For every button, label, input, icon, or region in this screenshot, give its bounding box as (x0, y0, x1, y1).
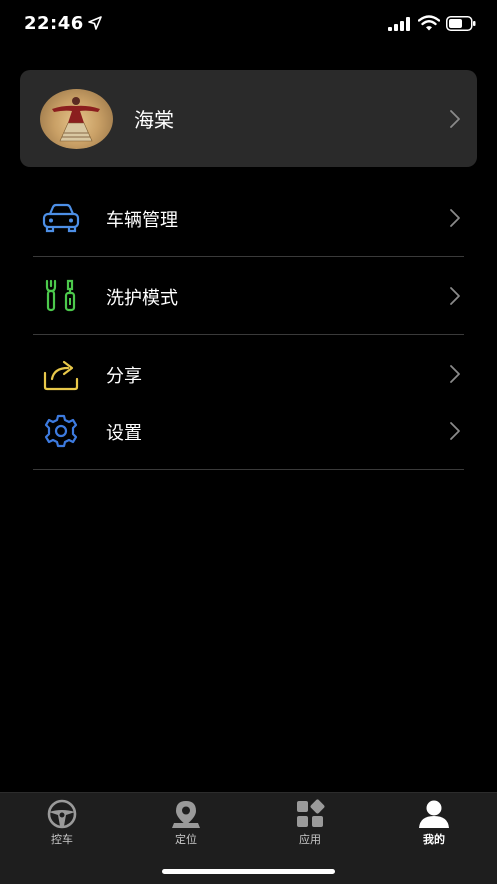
menu-item-settings[interactable]: 设置 (34, 401, 464, 461)
profile-card[interactable]: 海棠 (20, 70, 477, 167)
steering-wheel-icon (47, 799, 77, 829)
car-icon (42, 203, 80, 233)
divider (33, 334, 464, 335)
location-arrow-icon (88, 16, 102, 30)
menu-item-label: 分享 (106, 366, 142, 387)
person-icon (419, 800, 449, 828)
tab-label: 定位 (175, 833, 197, 846)
profile-name: 海棠 (134, 108, 174, 132)
menu-item-label: 设置 (106, 423, 142, 444)
signal-icon (388, 17, 410, 31)
avatar[interactable] (40, 89, 113, 149)
avatar-photo-figure (52, 97, 100, 142)
tab-label: 我的 (423, 833, 445, 846)
tab-label: 控车 (51, 833, 73, 846)
wifi-icon (418, 15, 440, 31)
tab-control-car[interactable]: 控车 (17, 799, 107, 849)
chevron-right-icon (450, 365, 460, 383)
home-indicator[interactable] (162, 869, 335, 874)
menu-item-vehicle-management[interactable]: 车辆管理 (34, 188, 464, 248)
status-bar: 22:46 (0, 0, 497, 50)
tools-icon (45, 279, 76, 312)
chevron-right-icon (450, 287, 460, 305)
menu-item-wash-care-mode[interactable]: 洗护模式 (34, 266, 464, 326)
divider (33, 256, 464, 257)
chevron-right-icon (450, 110, 460, 128)
menu-item-share[interactable]: 分享 (34, 344, 464, 404)
tab-apps[interactable]: 应用 (265, 799, 355, 849)
share-icon (43, 360, 79, 391)
tab-mine[interactable]: 我的 (389, 799, 479, 849)
battery-icon (446, 16, 476, 31)
apps-grid-icon (297, 799, 325, 827)
chevron-right-icon (450, 209, 460, 227)
map-pin-icon (172, 801, 200, 828)
chevron-right-icon (450, 422, 460, 440)
tab-label: 应用 (299, 833, 321, 846)
menu-item-label: 车辆管理 (106, 210, 178, 231)
menu-item-label: 洗护模式 (106, 288, 178, 309)
gear-icon (44, 414, 78, 448)
tab-location[interactable]: 定位 (141, 799, 231, 849)
divider (33, 469, 464, 470)
status-time: 22:46 (24, 13, 84, 34)
